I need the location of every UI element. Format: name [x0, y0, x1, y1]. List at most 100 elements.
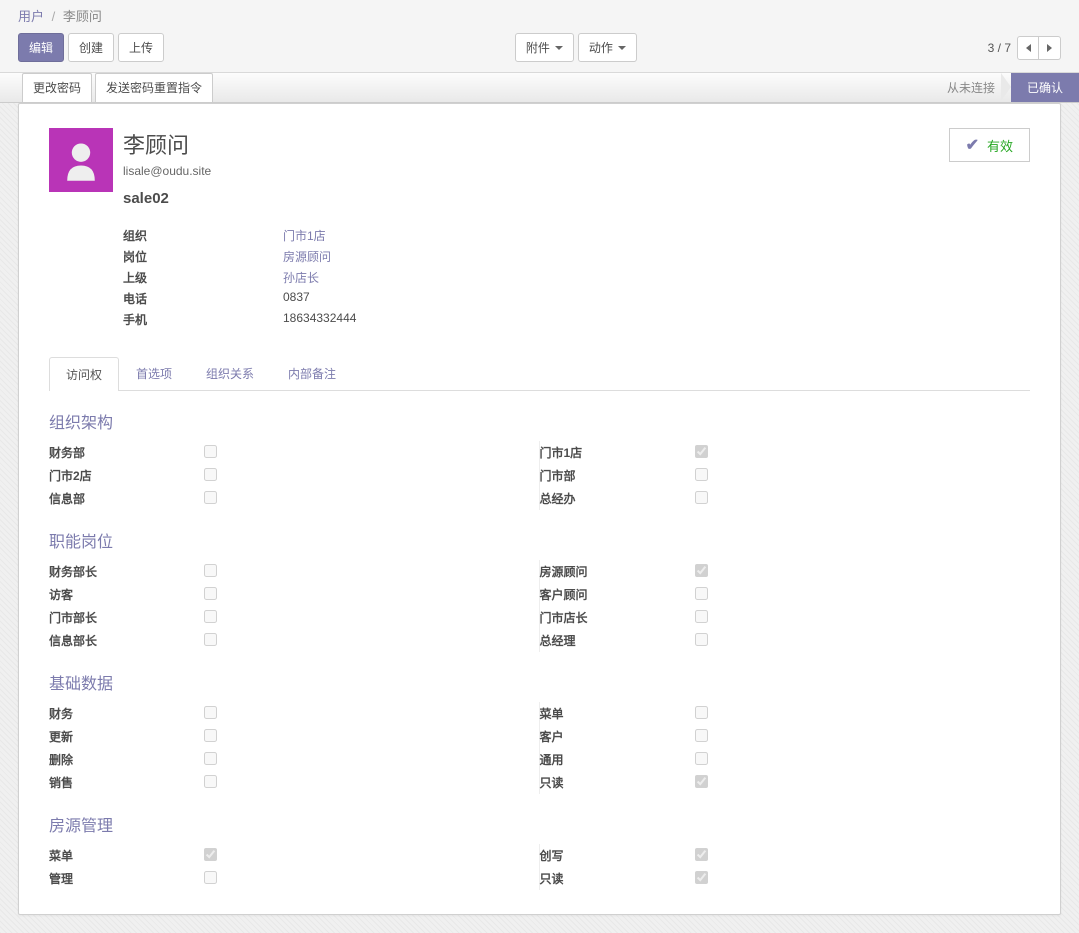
permission-label: 只读 [540, 870, 695, 887]
status-badge[interactable]: ✔ 有效 [949, 128, 1030, 162]
permission-checkbox[interactable] [695, 445, 708, 458]
field-value-superior[interactable]: 孙店长 [283, 269, 319, 286]
permission-checkbox[interactable] [695, 564, 708, 577]
permission-label: 管理 [49, 870, 204, 887]
permission-checkbox[interactable] [204, 729, 217, 742]
permission-checkbox[interactable] [695, 848, 708, 861]
permission-checkbox[interactable] [695, 491, 708, 504]
actions-label: 动作 [589, 39, 613, 56]
tabs: 访问权 首选项 组织关系 内部备注 [49, 356, 1030, 391]
permission-row: 创写 [540, 844, 1031, 867]
toolbar: 编辑 创建 上传 附件 动作 3 / 7 [18, 29, 1061, 72]
change-password-button[interactable]: 更改密码 [22, 73, 92, 102]
permission-row: 门市部 [540, 464, 1031, 487]
permission-label: 访客 [49, 586, 204, 603]
permission-checkbox[interactable] [204, 706, 217, 719]
tab-access[interactable]: 访问权 [49, 357, 119, 391]
section-title: 房源管理 [49, 812, 1030, 836]
permission-checkbox[interactable] [204, 848, 217, 861]
permission-checkbox[interactable] [204, 468, 217, 481]
tab-preferences[interactable]: 首选项 [119, 356, 189, 390]
permission-label: 门市2店 [49, 467, 204, 484]
user-login: sale02 [123, 190, 211, 207]
upload-button[interactable]: 上传 [118, 33, 164, 62]
send-reset-button[interactable]: 发送密码重置指令 [95, 73, 213, 102]
permission-row: 通用 [540, 748, 1031, 771]
permission-row: 房源顾问 [540, 560, 1031, 583]
status-confirmed[interactable]: 已确认 [1011, 73, 1079, 102]
permission-checkbox[interactable] [695, 706, 708, 719]
avatar-placeholder-icon [58, 137, 104, 183]
topbar: 用户 / 李顾问 编辑 创建 上传 附件 动作 [0, 0, 1079, 73]
status-badge-label: 有效 [987, 136, 1013, 155]
avatar [49, 128, 113, 192]
permission-label: 信息部长 [49, 632, 204, 649]
permission-row: 门市1店 [540, 441, 1031, 464]
permission-label: 菜单 [540, 705, 695, 722]
permission-row: 总经理 [540, 629, 1031, 652]
permission-checkbox[interactable] [695, 775, 708, 788]
tab-internal-notes[interactable]: 内部备注 [271, 356, 353, 390]
permission-checkbox[interactable] [204, 871, 217, 884]
permission-label: 只读 [540, 774, 695, 791]
permission-checkbox[interactable] [695, 752, 708, 765]
permission-label: 门市部长 [49, 609, 204, 626]
create-button[interactable]: 创建 [68, 33, 114, 62]
user-fields: 组织门市1店 岗位房源顾问 上级孙店长 电话0837 手机18634332444 [49, 225, 1030, 330]
field-value-org[interactable]: 门市1店 [283, 227, 326, 244]
permission-checkbox[interactable] [204, 491, 217, 504]
permission-label: 客户顾问 [540, 586, 695, 603]
permission-label: 客户 [540, 728, 695, 745]
permission-checkbox[interactable] [204, 775, 217, 788]
status-never-connected[interactable]: 从未连接 [931, 73, 1011, 102]
pager-prev-button[interactable] [1017, 36, 1039, 60]
edit-button[interactable]: 编辑 [18, 33, 64, 62]
permission-row: 信息部 [49, 487, 540, 510]
permission-label: 门市1店 [540, 444, 695, 461]
actions-dropdown[interactable]: 动作 [578, 33, 637, 62]
field-label-phone: 电话 [123, 290, 283, 307]
attachments-dropdown[interactable]: 附件 [515, 33, 574, 62]
permission-label: 财务部 [49, 444, 204, 461]
pager-next-button[interactable] [1039, 36, 1061, 60]
tab-org-relations[interactable]: 组织关系 [189, 356, 271, 390]
permission-row: 销售 [49, 771, 540, 794]
permission-checkbox[interactable] [695, 633, 708, 646]
permission-label: 信息部 [49, 490, 204, 507]
permission-row: 门市部长 [49, 606, 540, 629]
permission-checkbox[interactable] [204, 564, 217, 577]
pager: 3 / 7 [988, 36, 1061, 60]
field-value-position[interactable]: 房源顾问 [283, 248, 331, 265]
permission-checkbox[interactable] [204, 445, 217, 458]
permission-row: 管理 [49, 867, 540, 890]
permission-checkbox[interactable] [204, 633, 217, 646]
permission-label: 财务 [49, 705, 204, 722]
permission-checkbox[interactable] [695, 871, 708, 884]
tab-content-access: 组织架构财务部门市2店信息部门市1店门市部总经办职能岗位财务部长访客门市部长信息… [49, 409, 1030, 890]
actionbar: 更改密码 发送密码重置指令 从未连接 已确认 [0, 73, 1079, 103]
permission-row: 门市店长 [540, 606, 1031, 629]
breadcrumb-root[interactable]: 用户 [18, 9, 44, 24]
permission-checkbox[interactable] [204, 752, 217, 765]
permission-checkbox[interactable] [204, 587, 217, 600]
permission-checkbox[interactable] [695, 729, 708, 742]
permission-row: 财务部长 [49, 560, 540, 583]
field-label-superior: 上级 [123, 269, 283, 286]
section-title: 组织架构 [49, 409, 1030, 433]
permission-label: 财务部长 [49, 563, 204, 580]
permission-checkbox[interactable] [695, 610, 708, 623]
permission-grid: 财务部长访客门市部长信息部长 房源顾问客户顾问门市店长总经理 [49, 560, 1030, 652]
permission-row: 信息部长 [49, 629, 540, 652]
permission-checkbox[interactable] [204, 610, 217, 623]
permission-row: 只读 [540, 771, 1031, 794]
permission-label: 门市店长 [540, 609, 695, 626]
field-label-mobile: 手机 [123, 311, 283, 328]
permission-label: 销售 [49, 774, 204, 791]
permission-checkbox[interactable] [695, 468, 708, 481]
field-label-position: 岗位 [123, 248, 283, 265]
pager-text: 3 / 7 [988, 41, 1011, 55]
form-sheet: 李顾问 lisale@oudu.site sale02 ✔ 有效 组织门市1店 … [18, 103, 1061, 915]
permission-label: 删除 [49, 751, 204, 768]
permission-checkbox[interactable] [695, 587, 708, 600]
chevron-right-icon [1047, 44, 1052, 52]
